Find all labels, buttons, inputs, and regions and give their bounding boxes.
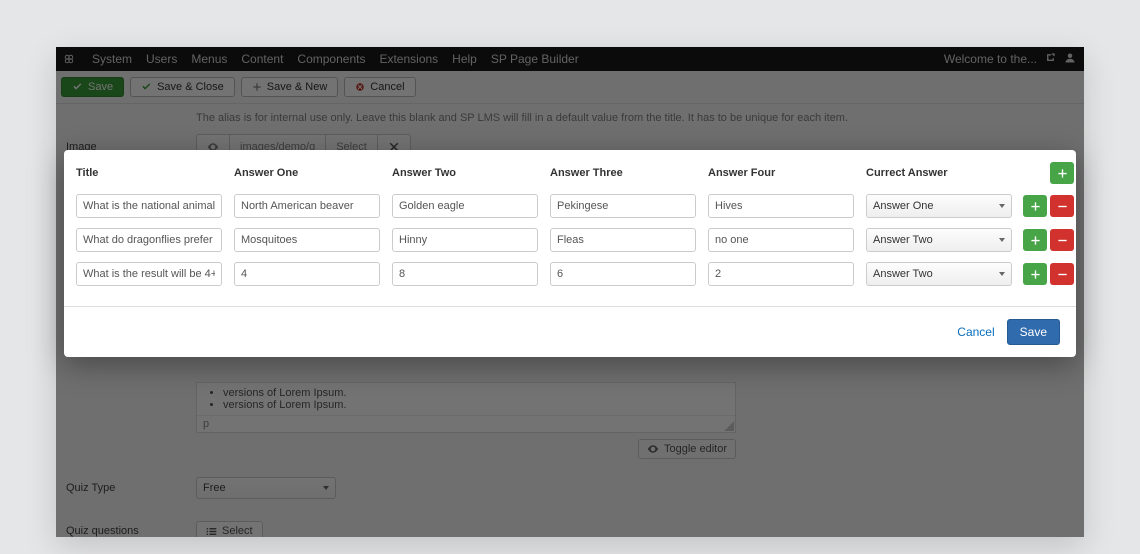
answer1-input[interactable] <box>234 228 380 252</box>
col-answer-one: Answer One <box>234 167 392 179</box>
chevron-down-icon <box>999 238 1005 242</box>
answer4-input[interactable] <box>708 228 854 252</box>
row-add-button[interactable] <box>1023 195 1047 217</box>
answer2-input[interactable] <box>392 262 538 286</box>
answer1-input[interactable] <box>234 262 380 286</box>
question-row: Answer Two <box>76 262 1064 286</box>
row-remove-button[interactable] <box>1050 195 1074 217</box>
answer4-input[interactable] <box>708 262 854 286</box>
row-add-button[interactable] <box>1023 263 1047 285</box>
questions-modal: Title Answer One Answer Two Answer Three… <box>64 150 1076 357</box>
add-row-button[interactable] <box>1050 162 1074 184</box>
col-answer-two: Answer Two <box>392 167 550 179</box>
answer3-input[interactable] <box>550 228 696 252</box>
row-remove-button[interactable] <box>1050 229 1074 251</box>
modal-footer: Cancel Save <box>64 306 1076 357</box>
correct-select[interactable]: Answer One <box>866 194 1012 218</box>
modal-save-button[interactable]: Save <box>1007 319 1060 345</box>
title-input[interactable] <box>76 262 222 286</box>
answer2-input[interactable] <box>392 228 538 252</box>
col-answer-three: Answer Three <box>550 167 708 179</box>
answer4-input[interactable] <box>708 194 854 218</box>
modal-header-row: Title Answer One Answer Two Answer Three… <box>76 162 1064 184</box>
col-correct: Currect Answer <box>866 167 1016 179</box>
correct-select[interactable]: Answer Two <box>866 228 1012 252</box>
answer1-input[interactable] <box>234 194 380 218</box>
question-row: Answer One <box>76 194 1064 218</box>
chevron-down-icon <box>999 272 1005 276</box>
question-row: Answer Two <box>76 228 1064 252</box>
correct-select[interactable]: Answer Two <box>866 262 1012 286</box>
row-add-button[interactable] <box>1023 229 1047 251</box>
answer3-input[interactable] <box>550 262 696 286</box>
title-input[interactable] <box>76 194 222 218</box>
title-input[interactable] <box>76 228 222 252</box>
chevron-down-icon <box>999 204 1005 208</box>
answer2-input[interactable] <box>392 194 538 218</box>
answer3-input[interactable] <box>550 194 696 218</box>
row-remove-button[interactable] <box>1050 263 1074 285</box>
modal-cancel-button[interactable]: Cancel <box>957 325 994 339</box>
col-answer-four: Answer Four <box>708 167 866 179</box>
col-title: Title <box>76 167 234 179</box>
